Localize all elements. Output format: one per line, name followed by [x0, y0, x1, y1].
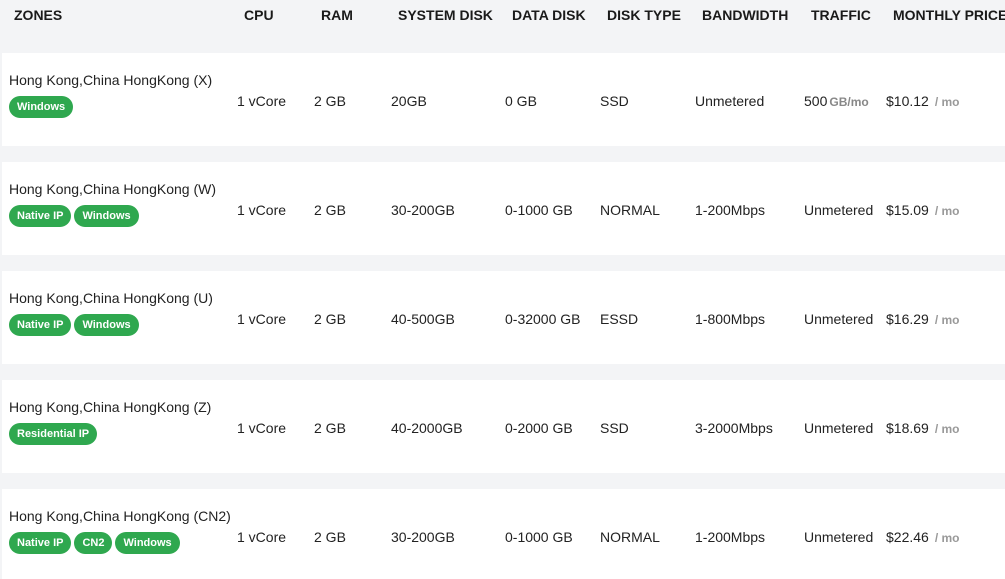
price-period: / mo [934, 422, 960, 436]
table-row[interactable]: Hong Kong,China HongKong (Z) Residential … [2, 380, 1005, 473]
disk-type-cell: NORMAL [600, 202, 660, 218]
feature-badge: Windows [9, 96, 74, 118]
traffic-cell: Unmetered [804, 202, 873, 218]
feature-badge: Native IP [9, 532, 72, 554]
zone-name: Hong Kong,China HongKong (Z) [9, 399, 212, 415]
zone-name: Hong Kong,China HongKong (U) [9, 290, 213, 306]
table-row[interactable]: Hong Kong,China HongKong (W) Native IP Win… [2, 162, 1005, 255]
traffic-value: Unmetered [804, 311, 874, 327]
bandwidth-cell: 3-2000Mbps [695, 420, 773, 436]
feature-badge: Windows [115, 532, 180, 554]
price-period: / mo [934, 313, 960, 327]
system-disk-cell: 40-500GB [391, 311, 455, 327]
system-disk-cell: 40-2000GB [391, 420, 463, 436]
price-period: / mo [934, 531, 960, 545]
price-cell: $18.69 / mo [886, 420, 960, 436]
bandwidth-cell: 1-200Mbps [695, 529, 766, 545]
cpu-cell: 1 vCore [237, 529, 287, 545]
traffic-cell: Unmetered [804, 311, 873, 327]
traffic-value: 500 [804, 93, 828, 109]
traffic-value: Unmetered [804, 420, 874, 436]
price-value: $15.09 [886, 202, 929, 218]
header-traffic[interactable]: TRAFFIC [811, 7, 871, 23]
table-row[interactable]: Hong Kong,China HongKong (X) Windows 1 vCo… [2, 53, 1005, 146]
feature-badge: Windows [74, 205, 139, 227]
bandwidth-cell: 1-200Mbps [695, 202, 766, 218]
feature-badge: Native IP [9, 205, 72, 227]
table-row[interactable]: Hong Kong,China HongKong (CN2) Native IP C… [2, 489, 1005, 579]
header-ram[interactable]: RAM [321, 7, 353, 23]
data-disk-cell: 0-1000 GB [505, 529, 573, 545]
traffic-cell: Unmetered [804, 420, 873, 436]
traffic-value: Unmetered [804, 529, 874, 545]
disk-type-cell: SSD [600, 420, 629, 436]
price-period: / mo [934, 95, 960, 109]
traffic-unit: GB/mo [829, 95, 869, 109]
price-cell: $15.09 / mo [886, 202, 960, 218]
zone-tags: Native IP Windows [9, 205, 139, 227]
feature-badge: Native IP [9, 314, 72, 336]
ram-cell: 2 GB [314, 93, 346, 109]
cpu-cell: 1 vCore [237, 420, 287, 436]
zone-tags: Native IP CN2 Windows [9, 532, 180, 554]
data-disk-cell: 0 GB [505, 93, 537, 109]
price-value: $22.46 [886, 529, 929, 545]
data-disk-cell: 0-2000 GB [505, 420, 573, 436]
feature-badge: CN2 [74, 532, 113, 554]
header-monthly-price[interactable]: MONTHLY PRICE [893, 7, 1005, 23]
price-period: / mo [934, 204, 960, 218]
disk-type-cell: NORMAL [600, 529, 660, 545]
zone-name: Hong Kong,China HongKong (X) [9, 72, 213, 88]
zone-name: Hong Kong,China HongKong (CN2) [9, 508, 231, 524]
system-disk-cell: 30-200GB [391, 529, 455, 545]
table-header: ZONES CPU RAM SYSTEM DISK DATA DISK DISK… [0, 0, 1005, 32]
header-bandwidth[interactable]: BANDWIDTH [702, 7, 788, 23]
disk-type-cell: ESSD [600, 311, 639, 327]
zone-name: Hong Kong,China HongKong (W) [9, 181, 217, 197]
header-zones[interactable]: ZONES [14, 7, 62, 23]
cpu-cell: 1 vCore [237, 311, 287, 327]
data-disk-cell: 0-32000 GB [505, 311, 581, 327]
zone-tags: Windows [9, 96, 74, 118]
bandwidth-cell: 1-800Mbps [695, 311, 766, 327]
price-cell: $16.29 / mo [886, 311, 960, 327]
ram-cell: 2 GB [314, 420, 346, 436]
price-value: $10.12 [886, 93, 929, 109]
ram-cell: 2 GB [314, 529, 346, 545]
traffic-cell: Unmetered [804, 529, 873, 545]
table-row[interactable]: Hong Kong,China HongKong (U) Native IP Win… [2, 271, 1005, 364]
price-cell: $22.46 / mo [886, 529, 960, 545]
header-disk-type[interactable]: DISK TYPE [607, 7, 681, 23]
data-disk-cell: 0-1000 GB [505, 202, 573, 218]
cpu-cell: 1 vCore [237, 202, 287, 218]
price-cell: $10.12 / mo [886, 93, 960, 109]
system-disk-cell: 30-200GB [391, 202, 455, 218]
ram-cell: 2 GB [314, 311, 346, 327]
header-cpu[interactable]: CPU [244, 7, 274, 23]
feature-badge: Residential IP [9, 423, 98, 445]
zone-tags: Residential IP [9, 423, 98, 445]
price-value: $16.29 [886, 311, 929, 327]
price-value: $18.69 [886, 420, 929, 436]
system-disk-cell: 20GB [391, 93, 427, 109]
zone-tags: Native IP Windows [9, 314, 139, 336]
ram-cell: 2 GB [314, 202, 346, 218]
header-data-disk[interactable]: DATA DISK [512, 7, 586, 23]
traffic-cell: 500 GB/mo [804, 93, 869, 109]
disk-type-cell: SSD [600, 93, 629, 109]
feature-badge: Windows [74, 314, 139, 336]
bandwidth-cell: Unmetered [695, 93, 765, 109]
traffic-value: Unmetered [804, 202, 874, 218]
cpu-cell: 1 vCore [237, 93, 287, 109]
header-system-disk[interactable]: SYSTEM DISK [398, 7, 493, 23]
